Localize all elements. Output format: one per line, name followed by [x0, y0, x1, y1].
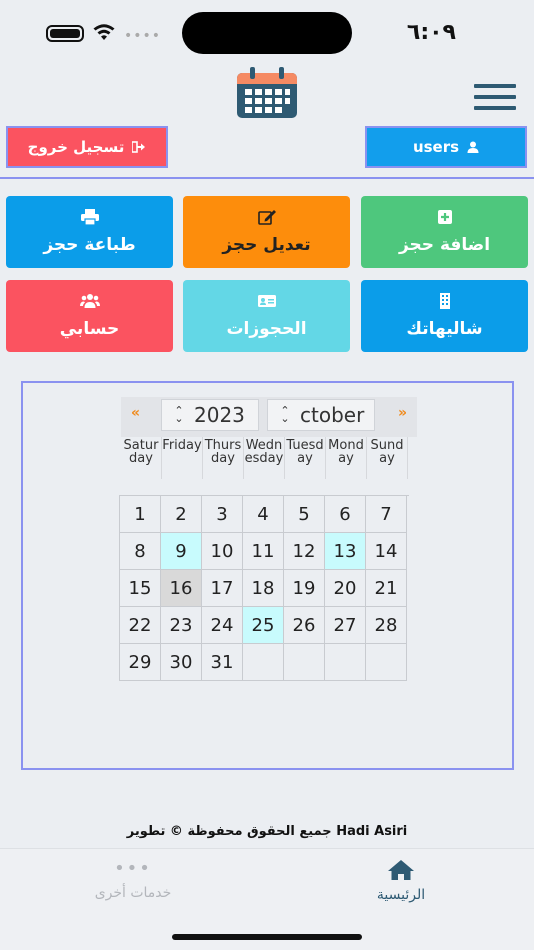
copyright-text: جميع الحقوق محفوظة © تطوير Hadi Asiri: [126, 824, 408, 839]
next-year-button[interactable]: »: [398, 405, 407, 421]
calendar-panel: « ⌃ ⌄ 2023 ⌃ ⌄ ctober » Saturday Friday Thur…: [21, 381, 514, 770]
calendar-empty-cell: [366, 644, 407, 681]
calendar-day[interactable]: 17: [202, 570, 243, 607]
more-icon: •••: [114, 858, 152, 879]
my-account-label: حسابي: [59, 319, 120, 339]
sign-out-icon: [132, 141, 146, 153]
calendar-day[interactable]: 16: [161, 570, 202, 607]
calendar-day[interactable]: 18: [243, 570, 284, 607]
chevron-updown-icon: ⌃ ⌄: [280, 404, 290, 425]
edit-booking-tile[interactable]: تعديل حجز: [183, 196, 350, 268]
status-time: ٦:٠٩: [406, 20, 456, 45]
my-chalets-tile[interactable]: شاليهاتك: [361, 280, 528, 352]
chevron-updown-icon: ⌃ ⌄: [174, 404, 184, 425]
calendar-day[interactable]: 27: [325, 607, 366, 644]
calendar-day[interactable]: 12: [284, 533, 325, 570]
month-value: ctober: [300, 403, 365, 427]
year-value: 2023: [194, 403, 245, 427]
calendar-day[interactable]: 13: [325, 533, 366, 570]
calendar-day[interactable]: 26: [284, 607, 325, 644]
building-icon: [439, 293, 450, 309]
header-divider: [0, 177, 534, 179]
weekday-header: Saturday Friday Thursday Wednesday Tuesday Mo…: [121, 437, 417, 479]
tab-home[interactable]: الرئيسية: [326, 859, 476, 903]
days-grid: 1 2 3 4 5 6 7 8 9 10 11 12 13 14 15 16 17 18 19 20 21 22 23 24 2…: [119, 495, 409, 681]
weekday-label: Tuesday: [285, 437, 326, 479]
calendar-day[interactable]: 2: [161, 496, 202, 533]
print-booking-tile[interactable]: طباعة حجز: [6, 196, 173, 268]
weekday-label: Thursday: [203, 437, 244, 479]
weekday-label: Wednesday: [244, 437, 285, 479]
logout-button[interactable]: تسجيل خروج: [6, 126, 168, 168]
users-label: users: [412, 138, 460, 156]
my-chalets-label: شاليهاتك: [406, 319, 483, 339]
calendar-day[interactable]: 7: [366, 496, 407, 533]
calendar-day[interactable]: 11: [243, 533, 284, 570]
dynamic-island: [182, 12, 352, 54]
calendar-day[interactable]: 8: [120, 533, 161, 570]
calendar-day[interactable]: 4: [243, 496, 284, 533]
edit-icon: [257, 210, 276, 225]
calendar-day[interactable]: 22: [120, 607, 161, 644]
year-select[interactable]: ⌃ ⌄ 2023: [161, 399, 259, 431]
print-icon: [80, 209, 99, 225]
weekday-label: Monday: [326, 437, 367, 479]
calendar-day[interactable]: 25: [243, 607, 284, 644]
bookings-tile[interactable]: الحجوزات: [183, 280, 350, 352]
weekday-label: Saturday: [121, 437, 162, 479]
calendar-day[interactable]: 28: [366, 607, 407, 644]
calendar-day[interactable]: 23: [161, 607, 202, 644]
tab-more-services[interactable]: ••• خدمات أخرى: [58, 858, 208, 902]
calendar-day[interactable]: 15: [120, 570, 161, 607]
calendar-day[interactable]: 21: [366, 570, 407, 607]
battery-icon: [46, 25, 84, 42]
my-account-tile[interactable]: حسابي: [6, 280, 173, 352]
print-booking-label: طباعة حجز: [43, 235, 136, 255]
home-indicator: [172, 934, 362, 940]
prev-year-button[interactable]: «: [131, 405, 140, 421]
tab-home-label: الرئيسية: [376, 887, 426, 903]
calendar-day[interactable]: 24: [202, 607, 243, 644]
user-icon: [467, 141, 479, 153]
menu-icon[interactable]: [474, 84, 516, 110]
calendar-day[interactable]: 3: [202, 496, 243, 533]
add-booking-tile[interactable]: اضافة حجز: [361, 196, 528, 268]
weekday-label: Sunday: [367, 437, 408, 479]
calendar-empty-cell: [284, 644, 325, 681]
calendar-day[interactable]: 19: [284, 570, 325, 607]
month-select[interactable]: ⌃ ⌄ ctober: [267, 399, 375, 431]
add-booking-label: اضافة حجز: [398, 235, 491, 255]
tab-more-label: خدمات أخرى: [94, 885, 172, 901]
calendar-day[interactable]: 29: [120, 644, 161, 681]
home-icon: [388, 860, 414, 880]
wifi-icon: [93, 24, 115, 40]
calendar-day[interactable]: 30: [161, 644, 202, 681]
calendar-day[interactable]: 31: [202, 644, 243, 681]
status-bar: •••• ٦:٠٩: [0, 0, 534, 62]
calendar-day[interactable]: 9: [161, 533, 202, 570]
calendar-day[interactable]: 20: [325, 570, 366, 607]
id-card-icon: [257, 295, 276, 307]
plus-square-icon: [437, 210, 452, 224]
calendar-empty-cell: [243, 644, 284, 681]
cellular-icon: ••••: [124, 28, 162, 44]
weekday-label: Friday: [162, 437, 203, 479]
calendar-header: « ⌃ ⌄ 2023 ⌃ ⌄ ctober »: [121, 397, 417, 437]
calendar-day[interactable]: 1: [120, 496, 161, 533]
calendar-day[interactable]: 5: [284, 496, 325, 533]
edit-booking-label: تعديل حجز: [222, 235, 311, 255]
calendar-day[interactable]: 10: [202, 533, 243, 570]
calendar-logo-icon: [237, 67, 297, 118]
users-button[interactable]: users: [365, 126, 527, 168]
calendar-day[interactable]: 14: [366, 533, 407, 570]
bookings-label: الحجوزات: [226, 319, 307, 339]
calendar-empty-cell: [325, 644, 366, 681]
calendar-day[interactable]: 6: [325, 496, 366, 533]
logout-label: تسجيل خروج: [27, 138, 125, 156]
users-icon: [79, 294, 100, 308]
